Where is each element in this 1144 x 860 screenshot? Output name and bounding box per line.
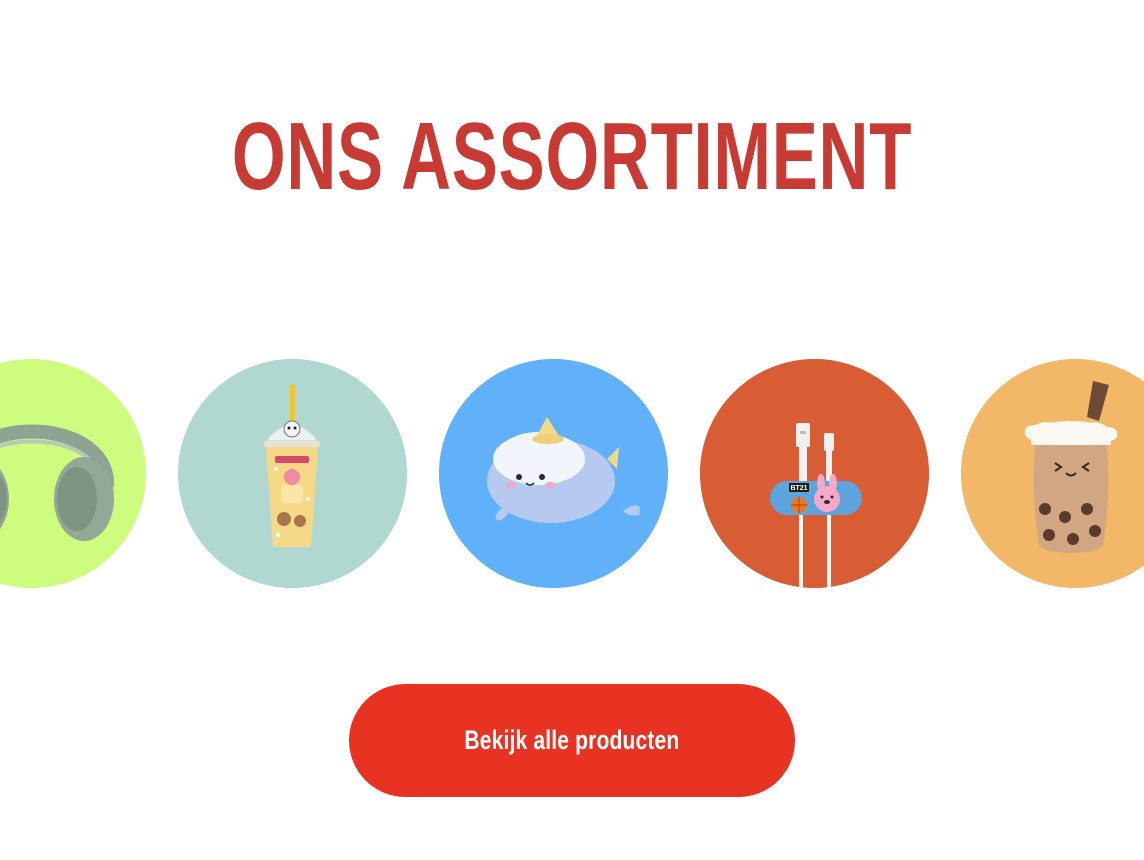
view-all-products-label: Bekijk alle producten: [464, 725, 680, 755]
category-drinkware[interactable]: [178, 359, 407, 588]
section-title: ONS ASSORTIMENT: [231, 103, 913, 210]
plush-icon: [439, 359, 668, 588]
bubble-tea-plush-icon: [961, 359, 1144, 588]
assortment-section: ONS ASSORTIMENT BT21 Bekijk alle product…: [0, 0, 1144, 860]
category-accessories[interactable]: BT21: [700, 359, 929, 588]
category-headphones[interactable]: [0, 359, 146, 588]
cup-icon: [178, 359, 407, 588]
headphones-icon: [0, 359, 146, 588]
view-all-products-button[interactable]: Bekijk alle producten: [349, 684, 795, 797]
category-bubble-tea[interactable]: [961, 359, 1144, 588]
category-plush[interactable]: [439, 359, 668, 588]
bt21-badge: BT21: [790, 485, 807, 492]
cable-holder-icon: BT21: [700, 359, 929, 588]
category-carousel[interactable]: BT21: [0, 359, 1144, 589]
